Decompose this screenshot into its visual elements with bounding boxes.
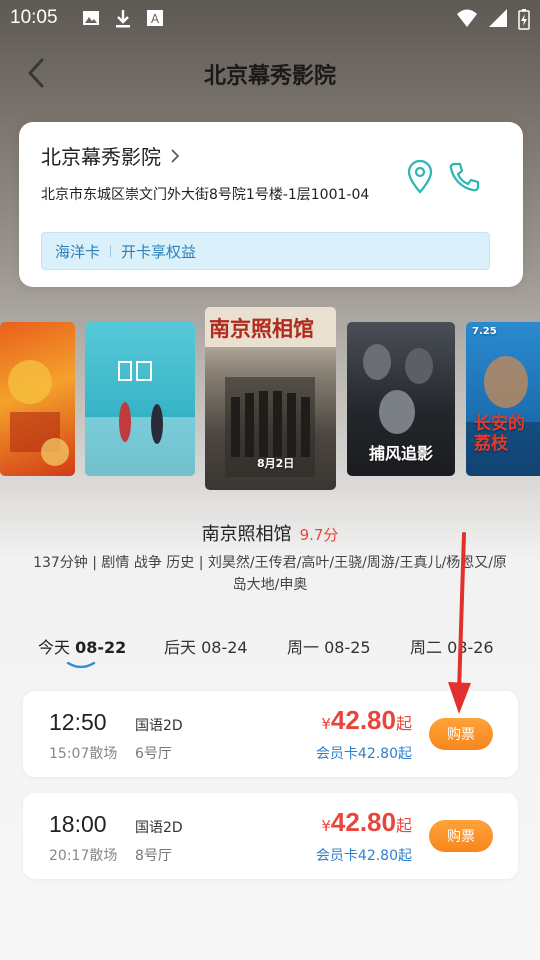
gallery-icon: [83, 11, 99, 25]
poster-title-text: 捕风追影: [369, 444, 434, 463]
phone-button[interactable]: [447, 160, 481, 194]
annotation-arrow-icon: [448, 532, 471, 714]
download-icon: [116, 10, 130, 28]
poster-title-text: 长安的荔枝: [474, 414, 525, 454]
battery-icon: [518, 9, 530, 30]
movie-poster[interactable]: [0, 322, 75, 476]
movie-poster[interactable]: 捕风追影: [347, 322, 455, 476]
movie-score: 9.7分: [299, 526, 339, 544]
poster-date-text: 8月2日: [257, 457, 295, 470]
location-pin-icon: [407, 159, 433, 194]
chevron-right-icon: [171, 148, 180, 163]
wifi-icon: [457, 9, 477, 27]
session-language: 国语2D: [135, 820, 183, 836]
poster-title-text: 南京照相馆: [209, 317, 314, 341]
session-card[interactable]: 18:00 20:17散场 国语2D 8号厅 ¥42.80起 会员卡42.80起…: [23, 793, 518, 879]
poster-date-text: 7.25: [472, 326, 497, 337]
member-price: 会员卡42.80起: [315, 848, 412, 864]
price-amount: 42.80: [330, 807, 396, 837]
session-price: ¥42.80起: [321, 807, 412, 838]
tab-date: 08-22: [75, 638, 127, 657]
session-start-time: 18:00: [49, 811, 107, 837]
movie-details: 137分钟 | 剧情 战争 历史 | 刘昊然/王传君/高叶/王骁/周游/王真儿/…: [33, 555, 507, 593]
currency-symbol: ¥: [321, 817, 331, 835]
cinema-address: 北京市东城区崇文门外大街8号院1号楼-1层1001-04: [41, 187, 370, 203]
session-hall: 6号厅: [135, 746, 172, 762]
tab-monday[interactable]: 周一 08-25: [287, 634, 371, 658]
signal-icon: [489, 9, 507, 27]
member-card-banner[interactable]: 海洋卡 开卡享权益: [41, 232, 490, 270]
movie-poster[interactable]: [85, 322, 195, 476]
session-hall: 8号厅: [135, 848, 172, 864]
tab-indicator: [66, 662, 96, 668]
tab-day-after-tomorrow[interactable]: 后天 08-24: [164, 634, 248, 658]
movie-title: 南京照相馆: [201, 524, 292, 545]
svg-text:A: A: [151, 12, 160, 26]
tab-date: 08-24: [201, 638, 248, 657]
cinema-name-link[interactable]: 北京幕秀影院: [41, 141, 181, 170]
tab-day: 后天: [164, 638, 197, 657]
tab-date: 08-25: [324, 638, 371, 657]
divider: [110, 245, 112, 257]
session-price: ¥42.80起: [321, 705, 412, 736]
nav-bar: 北京幕秀影院: [0, 48, 540, 98]
page-title: 北京幕秀影院: [203, 64, 336, 89]
status-bar: 10:05 A: [0, 0, 540, 38]
location-button[interactable]: [405, 159, 435, 194]
text-a-icon: A: [147, 10, 163, 26]
session-language: 国语2D: [135, 718, 183, 734]
member-price: 会员卡42.80起: [315, 746, 412, 762]
buy-ticket-button[interactable]: 购票: [429, 820, 493, 852]
tab-day: 周一: [287, 638, 320, 657]
movie-poster[interactable]: 7.25 长安的荔枝: [466, 322, 540, 476]
tab-day: 今天: [38, 638, 71, 657]
tab-today[interactable]: 今天 08-22: [38, 634, 126, 658]
movie-poster-selected[interactable]: 南京照相馆 8月2日: [205, 307, 336, 490]
buy-ticket-button[interactable]: 购票: [429, 718, 493, 750]
tab-day: 周二: [410, 638, 443, 657]
cinema-name: 北京幕秀影院: [41, 145, 161, 169]
session-start-time: 12:50: [49, 709, 107, 735]
member-card-label: 海洋卡: [55, 242, 101, 261]
currency-symbol: ¥: [321, 715, 331, 733]
phone-icon: [449, 162, 480, 192]
session-end-time: 20:17散场: [49, 848, 118, 864]
price-suffix: 起: [395, 816, 412, 835]
status-time: 10:05: [10, 7, 58, 28]
session-end-time: 15:07散场: [49, 746, 118, 762]
cinema-info-card: 北京幕秀影院 北京市东城区崇文门外大街8号院1号楼-1层1001-04 海洋卡 …: [19, 122, 523, 287]
price-amount: 42.80: [330, 705, 396, 735]
price-suffix: 起: [395, 714, 412, 733]
member-card-action: 开卡享权益: [121, 242, 197, 261]
